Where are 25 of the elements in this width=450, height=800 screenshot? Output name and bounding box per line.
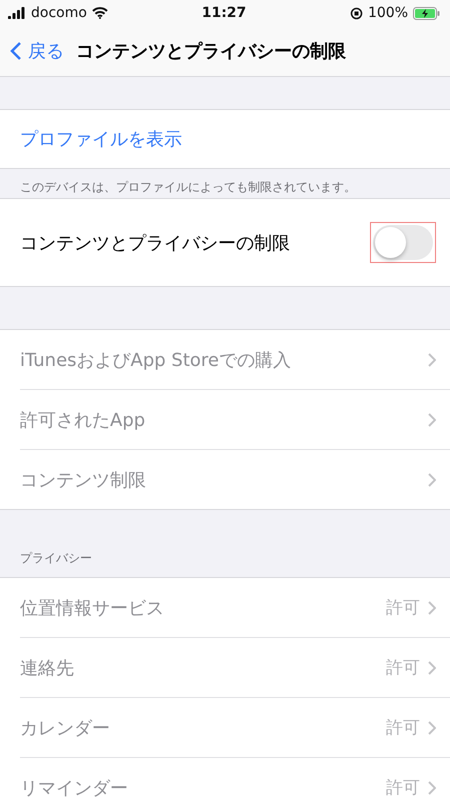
battery-charging-icon: [413, 6, 440, 20]
restriction-label: コンテンツとプライバシーの制限: [20, 232, 290, 254]
page-title: コンテンツとプライバシーの制限: [76, 40, 346, 63]
carrier-name: docomo: [31, 5, 87, 21]
row-value: 許可: [386, 657, 420, 679]
clock: 11:27: [202, 5, 246, 21]
orientation-lock-icon: [350, 6, 363, 20]
row-value: 許可: [386, 777, 420, 799]
chevron-icon: [428, 600, 436, 614]
battery-percent: 100%: [368, 5, 408, 21]
back-chevron-icon: [10, 41, 22, 61]
view-profile-link[interactable]: プロファイルを表示: [20, 127, 182, 151]
back-button[interactable]: 戻る: [10, 39, 64, 63]
chevron-icon: [428, 352, 436, 366]
row-value: 許可: [386, 717, 420, 739]
chevron-icon: [428, 780, 436, 794]
signal-icon: [8, 7, 26, 19]
section-header: プライバシー: [19, 550, 93, 567]
chevron-icon: [428, 660, 436, 674]
row-value: 許可: [386, 597, 420, 619]
profile-footer-note: このデバイスは、プロファイルによっても制限されています。: [19, 179, 357, 196]
chevron-icon: [428, 412, 436, 426]
wifi-icon: [92, 7, 108, 19]
chevron-icon: [428, 472, 436, 486]
chevron-icon: [428, 720, 436, 734]
